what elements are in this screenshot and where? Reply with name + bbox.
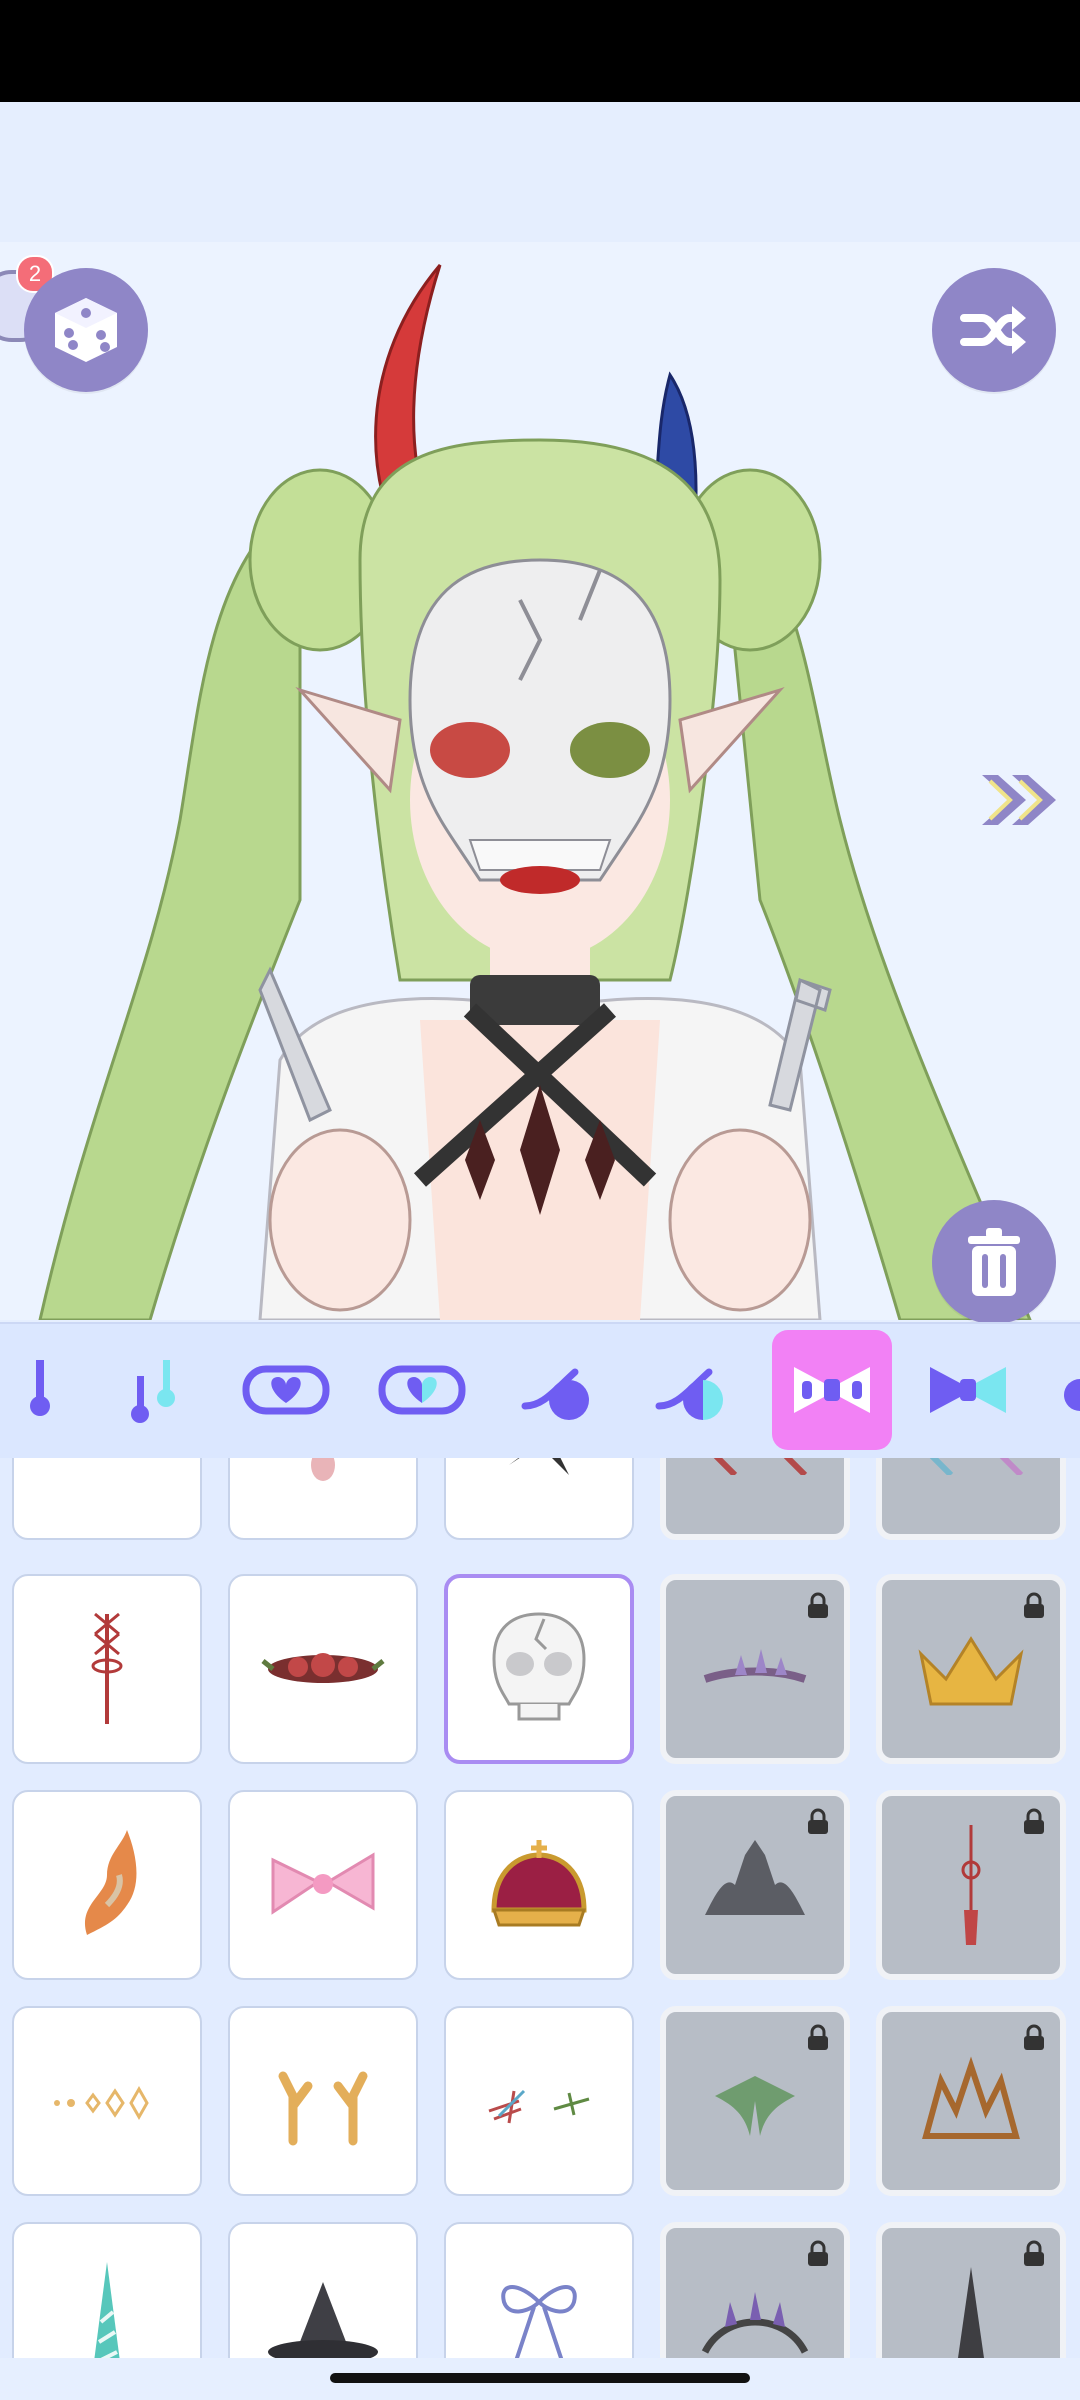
item-spike-headband[interactable] (660, 2222, 850, 2358)
gem-chain-icon (54, 2085, 149, 2121)
pink-bow-icon (271, 1852, 375, 1915)
lock-icon (1024, 1808, 1044, 1834)
red-crown-icon (491, 1840, 587, 1927)
mask-teeth (468, 839, 612, 871)
left-hand (268, 1128, 412, 1312)
gold-crown-icon (918, 1636, 1024, 1706)
item-pink-bow[interactable] (228, 1790, 418, 1980)
lock-icon (808, 1592, 828, 1618)
tab-ball-earring-color[interactable] (632, 1330, 752, 1450)
dark-spire-icon (958, 2267, 984, 2358)
mouth (500, 866, 580, 894)
delete-button[interactable] (932, 1200, 1056, 1324)
bow-accessory-icon (794, 1367, 870, 1413)
status-bar (0, 0, 1080, 102)
candy-pin-icon (311, 1458, 335, 1481)
lock-icon (1024, 2024, 1044, 2050)
tab-ball-earring[interactable] (498, 1330, 618, 1450)
lace-ribbon-icon (91, 1612, 123, 1724)
lock-icon (1024, 1592, 1044, 1618)
item-skull-mask[interactable] (444, 1574, 634, 1764)
random-button[interactable] (24, 268, 148, 392)
mask-right-eye (570, 722, 650, 778)
partial-tab-icon (1064, 1379, 1080, 1411)
lock-icon (808, 1808, 828, 1834)
ball-earring-icon (521, 1368, 589, 1420)
left-twintail (38, 497, 302, 1320)
item-black-flower[interactable] (444, 1458, 634, 1540)
rose-crown-icon (261, 1653, 385, 1683)
category-tab-bar[interactable] (0, 1322, 1080, 1460)
tab-bow-accessory[interactable] (772, 1330, 892, 1450)
trash-icon (968, 1228, 1020, 1296)
item-gold-crown[interactable] (876, 1574, 1066, 1764)
dark-tiara-icon (705, 1840, 805, 1915)
item-rose-crown[interactable] (228, 1574, 418, 1764)
skull-mask-icon (492, 1612, 586, 1721)
bronze-tiara-icon (922, 2056, 1020, 2139)
item-dark-tiara[interactable] (660, 1790, 850, 1980)
tassel-pin-icon (961, 1825, 981, 1945)
avatar-character (38, 264, 1032, 1320)
item-hairband[interactable] (12, 1458, 202, 1540)
fire-ornament-icon (84, 1830, 137, 1935)
earring-pin-icon (30, 1360, 50, 1416)
stitch-marks-icon (488, 2089, 590, 2124)
header-band (0, 102, 1080, 242)
leaf-clip-icon (715, 2076, 795, 2136)
shuffle-icon (960, 306, 1026, 354)
item-leaf-clip[interactable] (660, 2006, 850, 2196)
heart-mask-color-icon (378, 1365, 466, 1415)
heart-mask-icon (242, 1365, 330, 1415)
crystal-tiara-icon (703, 1649, 807, 1683)
item-lace-ribbon[interactable] (12, 1574, 202, 1764)
item-unicorn-horn[interactable] (12, 2222, 202, 2358)
black-flower-icon (509, 1458, 569, 1475)
skull-mask-on-face (408, 558, 672, 882)
witch-hat-icon (268, 2282, 378, 2358)
item-dark-spire[interactable] (876, 2222, 1066, 2358)
double-chevron-right-icon[interactable] (974, 765, 1064, 835)
lock-icon (808, 2240, 828, 2266)
tab-earring-pin-color[interactable] (92, 1330, 212, 1450)
item-grid[interactable] (0, 1458, 1080, 2358)
red-bows-icon (713, 1458, 808, 1475)
item-gem-chain[interactable] (12, 2006, 202, 2196)
item-stitch-marks[interactable] (444, 2006, 634, 2196)
tab-earring-pin[interactable] (0, 1330, 88, 1450)
blue-ribbon-icon (501, 2285, 577, 2358)
ball-earring-color-icon (655, 1368, 723, 1420)
home-indicator[interactable] (330, 2373, 750, 2383)
item-antlers[interactable] (228, 2006, 418, 2196)
earring-pin-color-icon (131, 1360, 175, 1423)
bow-accessory-color-icon (930, 1367, 1006, 1413)
item-red-crown[interactable] (444, 1790, 634, 1980)
item-candy-pin[interactable] (228, 1458, 418, 1540)
antlers-icon (278, 2071, 368, 2146)
mask-left-eye (430, 722, 510, 778)
tab-heart-mask[interactable] (226, 1330, 346, 1450)
shuffle-button[interactable] (932, 268, 1056, 392)
unicorn-horn-icon (94, 2262, 120, 2358)
item-blue-bows[interactable] (876, 1458, 1066, 1540)
tab-partial[interactable] (1040, 1330, 1080, 1450)
item-fire-ornament[interactable] (12, 1790, 202, 1980)
item-red-bows[interactable] (660, 1458, 850, 1540)
item-crystal-tiara[interactable] (660, 1574, 850, 1764)
lock-icon (808, 2024, 828, 2050)
dice-icon (55, 298, 117, 362)
hairband-icon (47, 1458, 167, 1475)
blue-bows-icon (929, 1458, 1024, 1475)
item-bronze-tiara[interactable] (876, 2006, 1066, 2196)
tab-bow-accessory-color[interactable] (908, 1330, 1028, 1450)
tab-heart-mask-color[interactable] (362, 1330, 482, 1450)
item-witch-hat[interactable] (228, 2222, 418, 2358)
lock-icon (1024, 2240, 1044, 2266)
right-hand (668, 1128, 812, 1312)
item-blue-ribbon[interactable] (444, 2222, 634, 2358)
spike-headband-icon (701, 2292, 809, 2354)
item-tassel-pin[interactable] (876, 1790, 1066, 1980)
